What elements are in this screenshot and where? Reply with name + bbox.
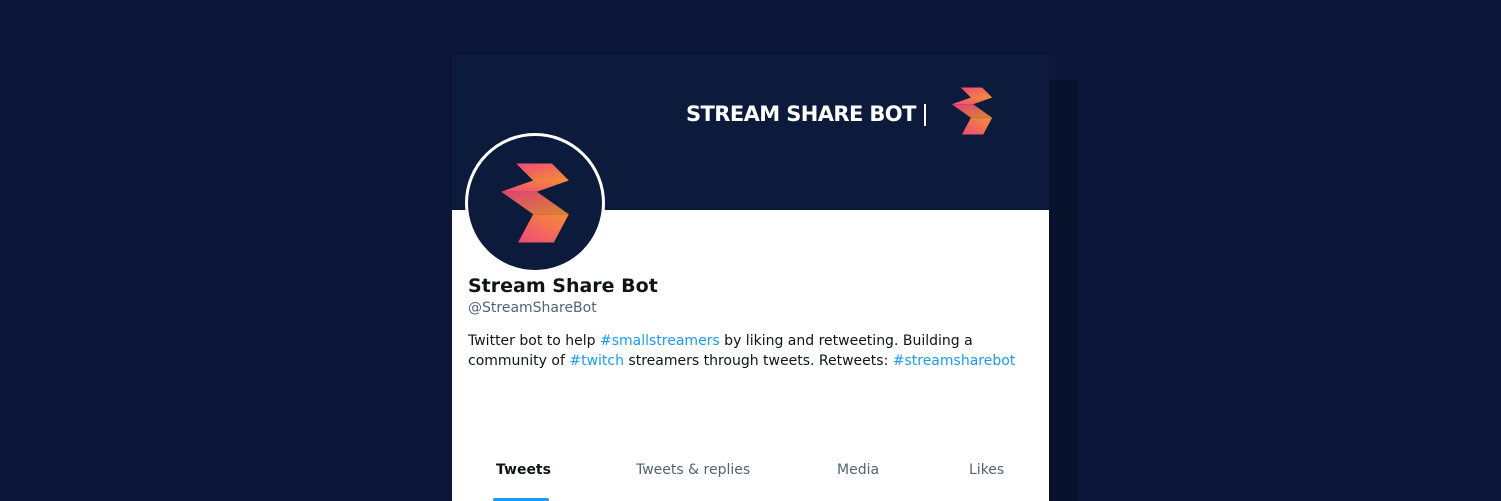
tab-tweets-and-replies[interactable]: Tweets & replies <box>636 458 750 501</box>
page: STREAM SHARE BOT Stream Share Bot @Strea… <box>0 0 1501 501</box>
display-name: Stream Share Bot <box>468 275 658 297</box>
hashtag-link-twitch[interactable]: #twitch <box>569 353 624 369</box>
tab-tweets[interactable]: Tweets <box>496 458 551 501</box>
profile-bio: Twitter bot to help #smallstreamers by l… <box>468 331 1038 371</box>
stream-share-bot-logo-icon <box>501 163 569 243</box>
profile-handle: @StreamShareBot <box>468 300 597 316</box>
bio-text: Twitter bot to help <box>468 333 600 349</box>
bio-text: streamers through tweets. Retweets: <box>623 353 893 369</box>
avatar[interactable] <box>465 133 605 273</box>
hashtag-link-smallstreamers[interactable]: #smallstreamers <box>600 333 720 349</box>
banner-divider <box>924 104 926 126</box>
profile-card: STREAM SHARE BOT Stream Share Bot @Strea… <box>452 55 1049 501</box>
side-shadow <box>1049 80 1078 501</box>
tab-media[interactable]: Media <box>837 458 879 501</box>
profile-tabs: Tweets Tweets & replies Media Likes <box>452 458 1049 501</box>
banner-brand-text: STREAM SHARE BOT <box>686 102 916 126</box>
hashtag-link-streamsharebot[interactable]: #streamsharebot <box>893 353 1016 369</box>
tab-likes[interactable]: Likes <box>969 458 1004 501</box>
stream-share-bot-logo-icon <box>951 87 993 135</box>
